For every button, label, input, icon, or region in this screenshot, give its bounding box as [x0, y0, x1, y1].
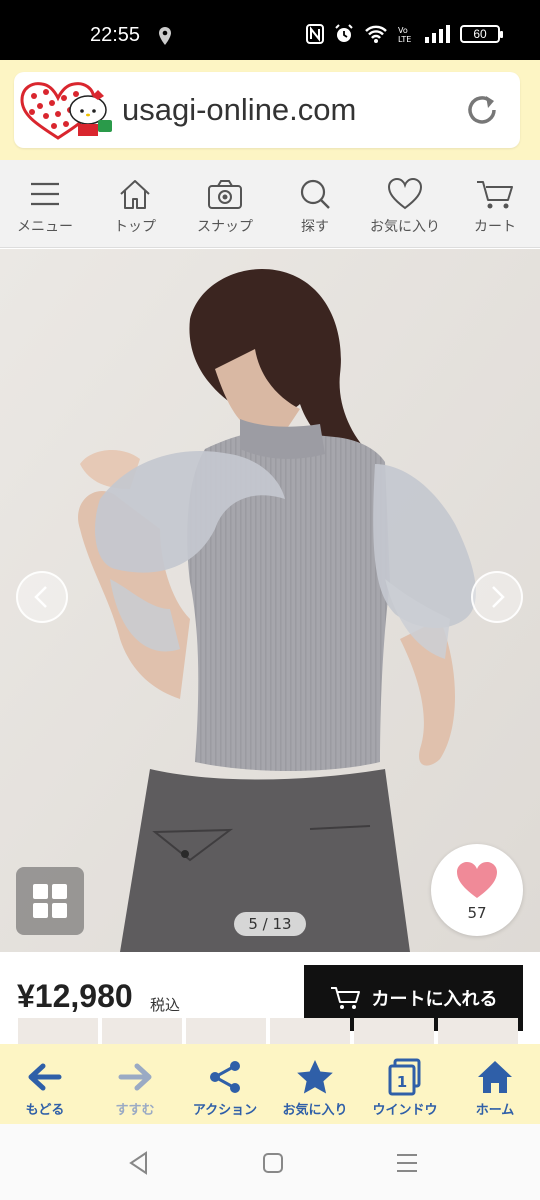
search-icon	[300, 179, 330, 209]
browser-toolbar: もどる すすむ アクション お気に入り 1 ウインドウ ホーム	[0, 1044, 540, 1124]
location-icon	[159, 27, 171, 45]
nav-snap[interactable]: スナップ	[180, 160, 270, 247]
forward-arrow-icon	[118, 1063, 152, 1091]
bookmarks-button[interactable]: お気に入り	[270, 1044, 360, 1124]
nav-label: カート	[474, 219, 516, 235]
system-recents-icon[interactable]	[394, 1150, 420, 1176]
system-navigation-bar	[0, 1124, 540, 1200]
action-button[interactable]: アクション	[180, 1044, 270, 1124]
back-label: もどる	[25, 1103, 65, 1118]
thumbnail-strip	[0, 1018, 540, 1044]
signal-icon	[425, 25, 450, 43]
thumbnail[interactable]	[102, 1018, 182, 1044]
chevron-left-icon	[34, 586, 47, 608]
nav-label: スナップ	[197, 219, 253, 235]
nav-label: お気に入り	[370, 219, 440, 235]
favorite-count: 57	[467, 904, 487, 922]
status-time: 22:55	[90, 24, 141, 46]
nav-search[interactable]: 探す	[270, 160, 360, 247]
windows-button[interactable]: 1 ウインドウ	[360, 1044, 450, 1124]
home-button[interactable]: ホーム	[450, 1044, 540, 1124]
nav-menu[interactable]: メニュー	[0, 160, 90, 247]
back-button[interactable]: もどる	[0, 1044, 90, 1124]
thumbnail[interactable]	[18, 1018, 98, 1044]
url-text: usagi-online.com	[122, 92, 357, 127]
heart-icon	[387, 177, 423, 210]
price-row: ¥12,980 税込 カートに入れる	[0, 952, 540, 1044]
favorite-button[interactable]: 57	[431, 844, 523, 936]
thumbnail[interactable]	[186, 1018, 266, 1044]
nav-label: 探す	[301, 219, 329, 235]
cart-icon	[330, 987, 360, 1009]
nav-favorites[interactable]: お気に入り	[360, 160, 450, 247]
nav-label: メニュー	[17, 219, 73, 235]
thumbnail[interactable]	[270, 1018, 350, 1044]
battery-indicator: 60	[460, 25, 503, 43]
nav-cart[interactable]: カート	[450, 160, 540, 247]
prev-image-button[interactable]	[16, 571, 68, 623]
site-nav: メニュー トップ スナップ 探す お気に入り カート	[0, 160, 540, 248]
site-logo	[20, 82, 112, 140]
alarm-icon	[335, 24, 353, 42]
address-bar[interactable]: usagi-online.com	[14, 72, 520, 148]
share-icon	[210, 1061, 240, 1093]
system-home-icon[interactable]	[260, 1150, 286, 1176]
forward-button[interactable]: すすむ	[90, 1044, 180, 1124]
address-bar-area: usagi-online.com	[0, 60, 540, 160]
cart-icon	[477, 181, 513, 209]
nav-label: トップ	[114, 219, 156, 235]
tax-label: 税込	[150, 996, 181, 1014]
thumbnail[interactable]	[438, 1018, 518, 1044]
thumbnail[interactable]	[354, 1018, 434, 1044]
next-image-button[interactable]	[471, 571, 523, 623]
nfc-icon	[306, 24, 324, 44]
forward-label: すすむ	[115, 1103, 155, 1118]
home-icon	[120, 180, 150, 209]
windows-label: ウインドウ	[372, 1103, 438, 1118]
wifi-icon	[365, 25, 387, 43]
windows-count: 1	[397, 1073, 407, 1091]
grid-icon	[33, 884, 67, 918]
svg-text:LTE: LTE	[398, 35, 411, 44]
home-icon	[478, 1061, 512, 1093]
svg-text:Vo: Vo	[398, 26, 408, 35]
product-price: ¥12,980	[17, 978, 133, 1014]
thumbnail-grid-button[interactable]	[16, 867, 84, 935]
volte-icon: VoLTE	[398, 26, 411, 44]
star-icon	[297, 1060, 333, 1094]
image-counter: 5 / 13	[234, 912, 306, 936]
reload-icon[interactable]	[462, 90, 502, 130]
camera-icon	[208, 180, 242, 209]
windows-icon: 1	[388, 1058, 421, 1096]
menu-icon	[31, 182, 59, 206]
bookmarks-label: お気に入り	[282, 1103, 348, 1118]
nav-top[interactable]: トップ	[90, 160, 180, 247]
back-arrow-icon	[28, 1063, 62, 1091]
product-photo[interactable]: 5 / 13 57	[0, 249, 540, 952]
add-to-cart-label: カートに入れる	[371, 989, 498, 1010]
status-icons: Vo LTE 60	[306, 24, 503, 44]
chevron-right-icon	[492, 586, 505, 608]
heart-icon	[457, 862, 497, 898]
status-bar: 22:55 Vo LTE 60	[0, 0, 540, 60]
home-label: ホーム	[475, 1103, 515, 1118]
system-back-icon[interactable]	[126, 1150, 152, 1176]
action-label: アクション	[192, 1103, 258, 1118]
